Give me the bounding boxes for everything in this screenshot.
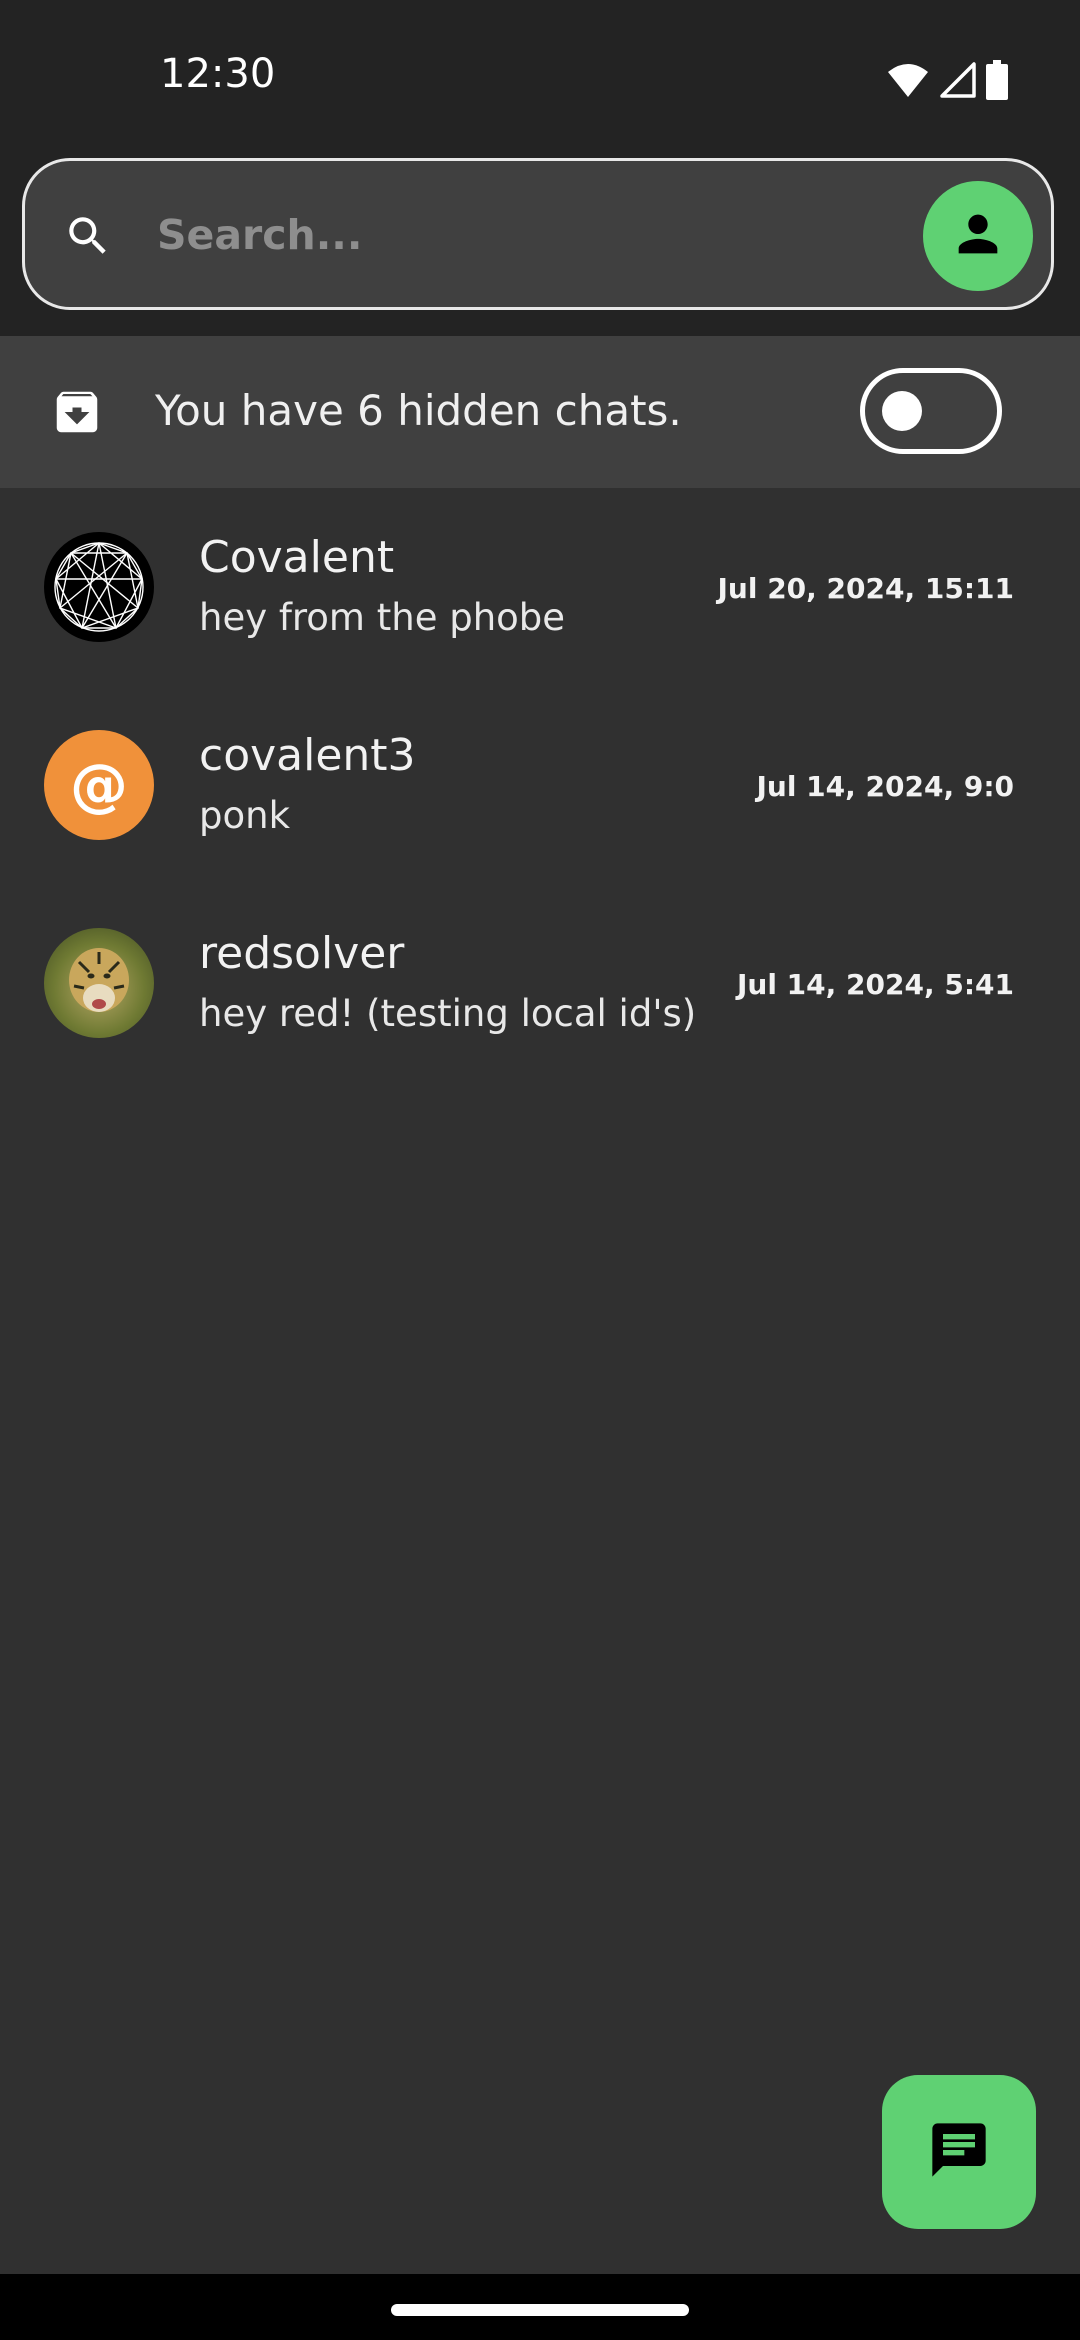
hidden-chats-toggle[interactable] bbox=[860, 368, 1002, 454]
hidden-chats-text: You have 6 hidden chats. bbox=[155, 386, 682, 435]
search-area bbox=[0, 136, 1080, 336]
toggle-knob bbox=[882, 391, 922, 431]
tiger-photo bbox=[44, 948, 154, 1038]
status-time: 12:30 bbox=[160, 51, 276, 97]
status-icons bbox=[886, 60, 1008, 100]
new-chat-button[interactable] bbox=[882, 2075, 1036, 2229]
battery-icon bbox=[986, 60, 1008, 100]
avatar bbox=[44, 928, 154, 1038]
chat-list-item[interactable]: Covalent hey from the phobe Jul 20, 2024… bbox=[0, 488, 1080, 686]
wifi-icon bbox=[886, 62, 930, 98]
network-graph-icon bbox=[44, 542, 154, 642]
chat-timestamp: Jul 14, 2024, 9:0 bbox=[756, 770, 1014, 803]
chat-list: Covalent hey from the phobe Jul 20, 2024… bbox=[0, 488, 1080, 1082]
navigation-bar bbox=[0, 2274, 1080, 2340]
signal-icon bbox=[940, 62, 976, 98]
chat-last-message: hey red! (testing local id's) bbox=[199, 992, 697, 1035]
search-icon bbox=[63, 211, 113, 266]
profile-button[interactable] bbox=[923, 181, 1033, 291]
chat-name: Covalent bbox=[199, 532, 395, 583]
status-bar: 12:30 bbox=[0, 0, 1080, 136]
chat-timestamp: Jul 20, 2024, 15:11 bbox=[717, 572, 1015, 605]
chat-name: covalent3 bbox=[199, 730, 416, 781]
archive-icon bbox=[50, 385, 104, 444]
avatar bbox=[44, 532, 154, 642]
search-input[interactable] bbox=[155, 199, 919, 271]
chat-list-item[interactable]: redsolver hey red! (testing local id's) … bbox=[0, 884, 1080, 1082]
avatar: @ bbox=[44, 730, 154, 840]
chat-timestamp: Jul 14, 2024, 5:41 bbox=[736, 968, 1014, 1001]
chat-name: redsolver bbox=[199, 928, 405, 979]
hidden-chats-bar[interactable]: You have 6 hidden chats. bbox=[0, 336, 1080, 488]
person-icon bbox=[949, 205, 1007, 268]
chat-last-message: hey from the phobe bbox=[199, 596, 566, 639]
chat-list-item[interactable]: @ covalent3 ponk Jul 14, 2024, 9:0 bbox=[0, 686, 1080, 884]
home-gesture-handle[interactable] bbox=[391, 2304, 689, 2316]
chat-icon bbox=[927, 2118, 991, 2187]
search-bar[interactable] bbox=[22, 158, 1054, 310]
chat-last-message: ponk bbox=[199, 794, 291, 837]
at-sign-icon: @ bbox=[70, 751, 128, 819]
